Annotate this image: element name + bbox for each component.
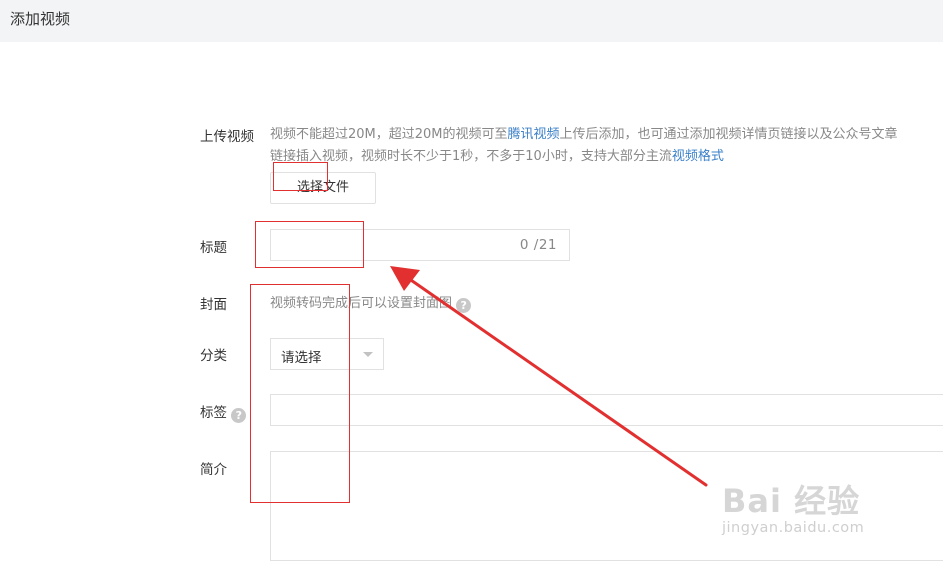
chevron-down-icon bbox=[363, 352, 373, 357]
upload-description: 视频不能超过20M，超过20M的视频可至腾讯视频上传后添加，也可通过添加视频详情… bbox=[270, 124, 943, 168]
title-char-counter: 0 /21 bbox=[519, 237, 557, 253]
upload-desc-text: 视频不能超过20M，超过20M的视频可至 bbox=[270, 127, 508, 142]
upload-desc-text-cont: 上传后添加，也可通过添加视频详情页链接以及公众号文章 bbox=[559, 127, 898, 142]
tags-label-text: 标签 bbox=[200, 405, 227, 421]
cover-label: 封面 bbox=[200, 297, 227, 313]
watermark-logo-text: Bai 经验 bbox=[722, 482, 861, 520]
video-format-link[interactable]: 视频格式 bbox=[672, 149, 724, 164]
tags-label: 标签 ? bbox=[200, 401, 247, 423]
page-header: 添加视频 bbox=[0, 0, 943, 42]
category-label: 分类 bbox=[200, 348, 227, 364]
tags-input[interactable] bbox=[270, 394, 943, 426]
watermark-url: jingyan.baidu.com bbox=[722, 520, 865, 536]
question-circle-icon[interactable]: ? bbox=[231, 408, 247, 423]
tencent-video-link[interactable]: 腾讯视频 bbox=[508, 127, 560, 142]
page-title: 添加视频 bbox=[10, 10, 71, 28]
intro-label: 简介 bbox=[200, 462, 227, 478]
annotation-box-select-file bbox=[273, 162, 328, 191]
arrow-head bbox=[390, 266, 420, 291]
upload-video-label: 上传视频 bbox=[200, 129, 254, 145]
annotation-box-title bbox=[255, 221, 364, 268]
title-label: 标题 bbox=[200, 240, 227, 256]
question-circle-icon[interactable]: ? bbox=[456, 298, 472, 313]
baidu-jingyan-watermark: Bai 经验 jingyan.baidu.com bbox=[722, 476, 902, 546]
upload-desc-text-2: 链接插入视频，视频时长不少于1秒，不多于10小时，支持大部分主流 bbox=[270, 149, 672, 164]
annotation-box-fields bbox=[250, 284, 350, 503]
